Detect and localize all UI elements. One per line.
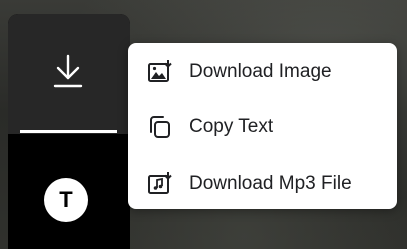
avatar[interactable]: T: [44, 178, 88, 222]
audio-file-download-icon: [147, 171, 173, 197]
menu-item-label: Copy Text: [189, 116, 274, 137]
menu-item-label: Download Image: [189, 61, 332, 82]
active-indicator: [20, 130, 117, 133]
download-button[interactable]: [8, 14, 130, 134]
copy-icon: [147, 114, 173, 140]
side-toolbar: T: [8, 14, 130, 249]
image-download-icon: [147, 59, 173, 85]
menu-item-download-mp3[interactable]: Download Mp3 File: [128, 158, 397, 210]
menu-item-label: Download Mp3 File: [189, 173, 352, 194]
menu-item-copy-text[interactable]: Copy Text: [128, 101, 397, 153]
menu-item-download-image[interactable]: Download Image: [128, 46, 397, 98]
context-menu: Download Image Copy Text Download Mp3 Fi…: [128, 43, 397, 209]
download-icon: [53, 54, 83, 88]
